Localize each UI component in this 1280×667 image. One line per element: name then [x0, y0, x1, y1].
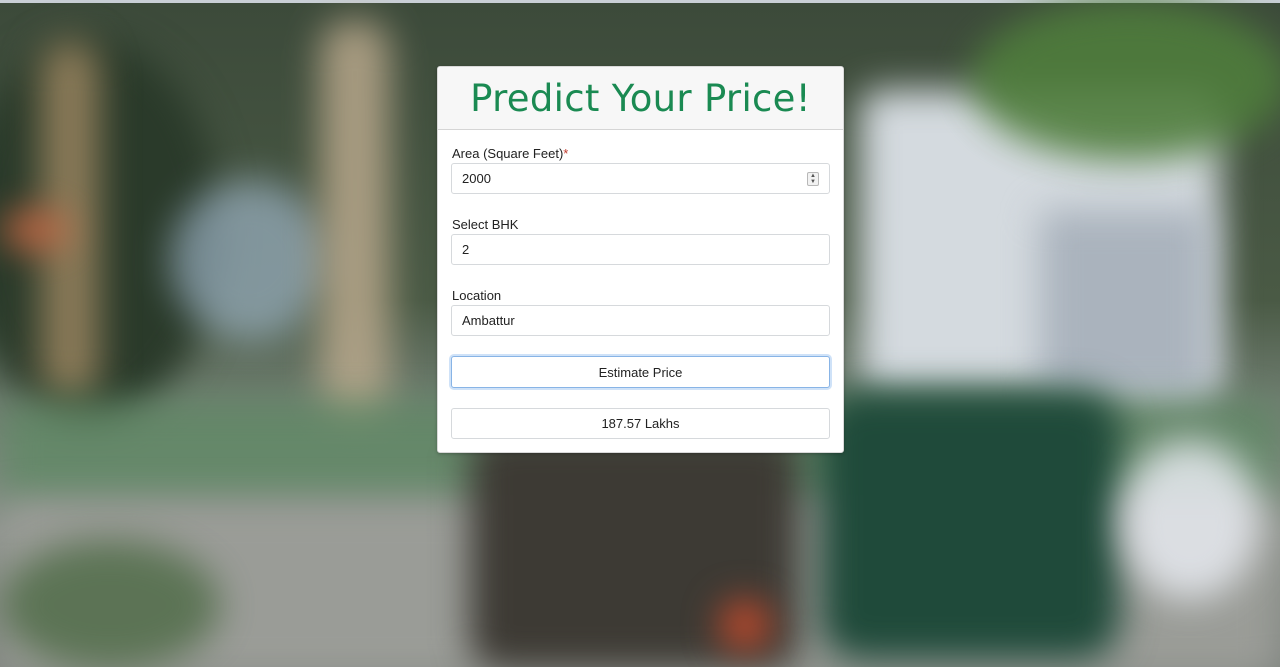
location-select[interactable]: Ambattur — [451, 305, 830, 336]
area-label: Area (Square Feet)* — [452, 146, 569, 161]
area-input-value: 2000 — [462, 171, 491, 186]
location-select-value: Ambattur — [462, 313, 515, 328]
prediction-card: Predict Your Price! Area (Square Feet)* … — [437, 66, 844, 453]
bhk-select[interactable]: 2 — [451, 234, 830, 265]
area-group: Area (Square Feet)* 2000 ▲ ▼ — [451, 146, 830, 194]
location-label: Location — [452, 288, 502, 303]
required-mark: * — [563, 146, 569, 161]
area-input[interactable]: 2000 ▲ ▼ — [451, 163, 830, 194]
bhk-group: Select BHK 2 — [451, 217, 830, 265]
bhk-select-value: 2 — [462, 242, 470, 257]
page-title: Predict Your Price! — [470, 76, 811, 120]
estimate-price-button[interactable]: Estimate Price — [451, 356, 830, 388]
card-header: Predict Your Price! — [438, 67, 843, 130]
bhk-label: Select BHK — [452, 217, 519, 232]
number-stepper-icon[interactable]: ▲ ▼ — [807, 172, 819, 186]
prediction-form: Area (Square Feet)* 2000 ▲ ▼ Select BHK 2… — [438, 146, 843, 439]
location-group: Location Ambattur — [451, 288, 830, 336]
price-result: 187.57 Lakhs — [451, 408, 830, 439]
